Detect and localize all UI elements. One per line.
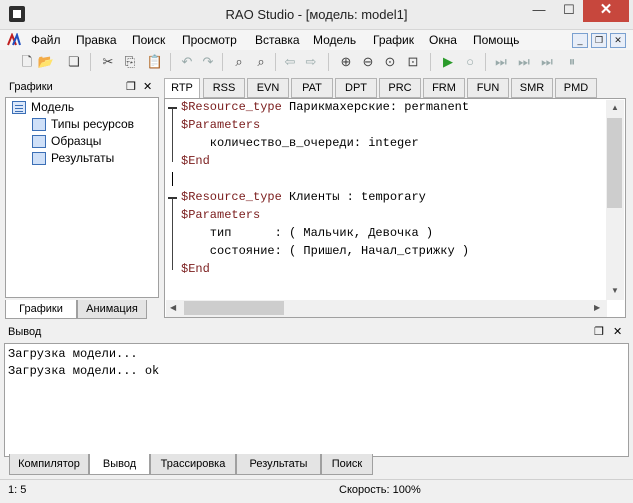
- code-line: $Parameters: [181, 118, 261, 132]
- maximize-button[interactable]: ☐: [555, 0, 583, 22]
- tab-smr[interactable]: SMR: [511, 78, 553, 98]
- menu-windows[interactable]: Окна: [429, 33, 457, 47]
- cursor-position: 1: 5: [8, 484, 27, 496]
- mdi-minimize-button[interactable]: _: [572, 33, 588, 48]
- output-panel: Вывод ❐ ✕ Загрузка модели... Загрузка мо…: [0, 323, 633, 476]
- code-line: $Parameters: [181, 208, 261, 222]
- menu-file[interactable]: Файл: [31, 33, 61, 47]
- output-panel-header: Вывод ❐ ✕: [0, 323, 633, 341]
- minimize-button[interactable]: —: [525, 0, 553, 22]
- menu-search[interactable]: Поиск: [132, 33, 165, 47]
- open-icon[interactable]: 📂: [37, 53, 55, 71]
- patterns-icon: [32, 135, 46, 148]
- results-icon: [32, 152, 46, 165]
- simulation-speed: Скорость: 100%: [339, 484, 421, 496]
- charts-panel: Графики ❐ ✕ Модель Типы ресурсов Образцы…: [4, 78, 159, 319]
- vertical-scrollbar[interactable]: ▲ ▼: [606, 100, 624, 300]
- zoom-in-icon[interactable]: ⊕: [337, 53, 355, 71]
- tab-rss[interactable]: RSS: [203, 78, 245, 98]
- model-tree: Модель Типы ресурсов Образцы Результаты: [5, 97, 159, 298]
- tab-fun[interactable]: FUN: [467, 78, 509, 98]
- title-bar: RAO Studio - [модель: model1] — ☐ ✕: [0, 0, 633, 30]
- find-replace-icon[interactable]: ⌕: [252, 53, 270, 71]
- code-line: $End: [181, 262, 210, 276]
- panel-close-icon[interactable]: ✕: [613, 323, 622, 341]
- tab-rtp[interactable]: RTP: [164, 78, 200, 99]
- tab-pat[interactable]: PAT: [291, 78, 333, 98]
- tab-evn[interactable]: EVN: [247, 78, 289, 98]
- menu-model[interactable]: Модель: [313, 33, 356, 47]
- tab-trace[interactable]: Трассировка: [150, 454, 236, 475]
- toolbar: 🗋 📂 ❏ ✂ ⎘ 📋 ↶ ↷ ⌕ ⌕ ⇦ ⇨ ⊕ ⊖ ⊙ ⊡ ▶ ○ ⏭ ⏭ …: [0, 50, 633, 74]
- tab-dpt[interactable]: DPT: [335, 78, 377, 98]
- output-panel-title: Вывод: [8, 326, 42, 338]
- panel-float-icon[interactable]: ❐: [126, 78, 136, 96]
- code-line: $Resource_type Клиенты : temporary: [181, 190, 426, 204]
- code-text-area[interactable]: $Resource_type Парикмахерские: permanent…: [164, 98, 626, 318]
- panel-close-icon[interactable]: ✕: [143, 78, 152, 96]
- undo-icon[interactable]: ↶: [178, 53, 196, 71]
- menu-edit[interactable]: Правка: [76, 33, 117, 47]
- step-fast-icon[interactable]: ⏭: [515, 53, 533, 71]
- tab-frm[interactable]: FRM: [423, 78, 465, 98]
- zoom-out-icon[interactable]: ⊖: [359, 53, 377, 71]
- code-editor: RTP RSS EVN PAT DPT PRC FRM FUN SMR PMD …: [164, 78, 626, 318]
- mdi-close-button[interactable]: ✕: [610, 33, 626, 48]
- vertical-scroll-thumb[interactable]: [607, 118, 622, 208]
- scroll-up-icon[interactable]: ▲: [611, 103, 619, 112]
- code-line: состояние: ( Пришел, Начал_стрижку ): [181, 244, 470, 258]
- menu-help[interactable]: Помощь: [473, 33, 519, 47]
- step-icon[interactable]: ⏭: [492, 53, 510, 71]
- rao-logo-icon: [7, 33, 21, 46]
- code-line: тип : ( Мальчик, Девочка ): [181, 226, 434, 240]
- tab-charts[interactable]: Графики: [5, 300, 77, 319]
- zoom-fit-icon[interactable]: ⊡: [404, 53, 422, 71]
- scroll-right-icon[interactable]: ▶: [594, 303, 600, 312]
- redo-icon[interactable]: ↷: [199, 53, 217, 71]
- tab-results[interactable]: Результаты: [236, 454, 321, 475]
- mdi-restore-button[interactable]: ❐: [591, 33, 607, 48]
- back-icon[interactable]: ⇦: [281, 53, 299, 71]
- tab-prc[interactable]: PRC: [379, 78, 421, 98]
- new-file-icon[interactable]: 🗋: [18, 53, 36, 71]
- save-all-icon[interactable]: ❏: [65, 53, 83, 71]
- forward-icon[interactable]: ⇨: [302, 53, 320, 71]
- resource-types-icon: [32, 118, 46, 131]
- find-icon[interactable]: ⌕: [230, 53, 248, 71]
- copy-icon[interactable]: ⎘: [121, 53, 139, 71]
- tab-pmd[interactable]: PMD: [555, 78, 597, 98]
- horizontal-scroll-thumb[interactable]: [184, 301, 284, 315]
- tab-search[interactable]: Поиск: [321, 454, 373, 475]
- horizontal-scrollbar[interactable]: ◀ ▶: [166, 300, 607, 317]
- stop-icon[interactable]: ○: [461, 53, 479, 71]
- menu-bar: Файл Правка Поиск Просмотр Вставка Модел…: [0, 30, 633, 50]
- run-icon[interactable]: ▶: [439, 53, 457, 71]
- menu-view[interactable]: Просмотр: [182, 33, 237, 47]
- paste-icon[interactable]: 📋: [146, 53, 164, 71]
- menu-chart[interactable]: График: [373, 33, 414, 47]
- menu-insert[interactable]: Вставка: [255, 33, 300, 47]
- cut-icon[interactable]: ✂: [99, 53, 117, 71]
- charts-panel-title: Графики: [9, 81, 53, 93]
- charts-panel-header: Графики ❐ ✕: [4, 78, 159, 96]
- zoom-reset-icon[interactable]: ⊙: [381, 53, 399, 71]
- code-line: $End: [181, 154, 210, 168]
- output-line: Загрузка модели...: [8, 347, 138, 361]
- tab-animation[interactable]: Анимация: [77, 300, 147, 319]
- step-more-icon[interactable]: ⏭: [538, 53, 556, 71]
- scroll-left-icon[interactable]: ◀: [170, 303, 176, 312]
- output-line: Загрузка модели... ok: [8, 364, 160, 378]
- code-line: количество_в_очереди: integer: [181, 136, 419, 150]
- model-icon: [12, 101, 26, 114]
- tab-compiler[interactable]: Компилятор: [9, 454, 89, 475]
- close-button[interactable]: ✕: [583, 0, 629, 22]
- panel-float-icon[interactable]: ❐: [594, 323, 604, 341]
- status-bar: 1: 5 Скорость: 100%: [0, 479, 633, 503]
- tab-output[interactable]: Вывод: [89, 454, 150, 475]
- code-line: $Resource_type Парикмахерские: permanent: [181, 100, 470, 114]
- scroll-down-icon[interactable]: ▼: [611, 286, 619, 295]
- output-text-area[interactable]: Загрузка модели... Загрузка модели... ok: [4, 343, 629, 457]
- pause-icon[interactable]: ⏸: [563, 53, 581, 71]
